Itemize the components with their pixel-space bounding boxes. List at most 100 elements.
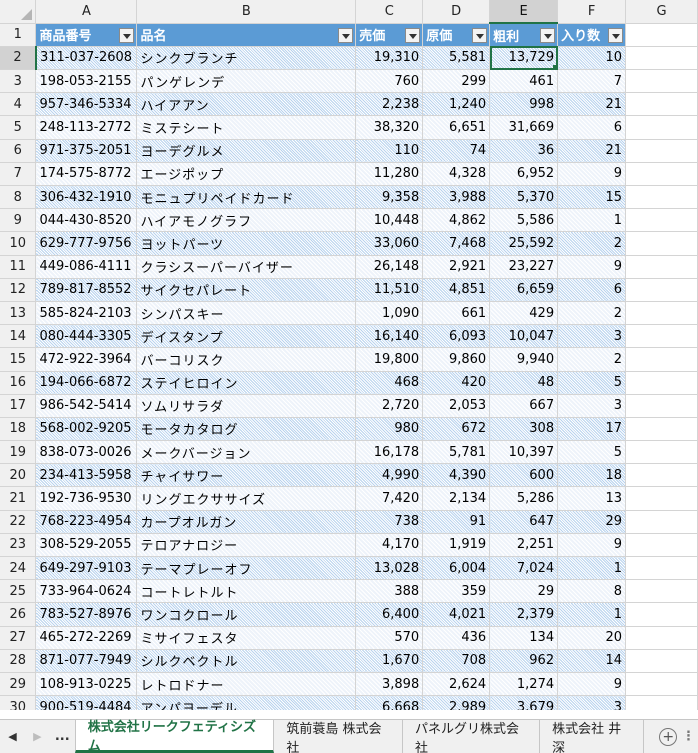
cell-profit[interactable]: 1,274 <box>489 672 559 697</box>
cell-profit[interactable]: 29 <box>489 579 559 604</box>
row-header[interactable]: 30 <box>0 695 37 710</box>
cell-price[interactable]: 388 <box>355 579 424 604</box>
cell-name[interactable]: モータカタログ <box>136 417 357 442</box>
cell-cost[interactable]: 5,781 <box>422 440 491 465</box>
cell-code[interactable]: 234-413-5958 <box>35 463 138 488</box>
cell-price[interactable]: 980 <box>355 417 424 442</box>
cell-price[interactable]: 19,310 <box>355 46 424 71</box>
cell-profit[interactable]: 36 <box>489 139 559 163</box>
cell-profit[interactable]: 25,592 <box>489 231 559 256</box>
cell-cost[interactable]: 4,390 <box>422 463 491 488</box>
cell-name[interactable]: ミステシート <box>136 115 357 140</box>
row-header[interactable]: 20 <box>0 463 37 488</box>
cell-profit[interactable]: 10,047 <box>489 324 559 349</box>
cell-cost[interactable]: 91 <box>422 510 491 534</box>
cell-qty[interactable]: 9 <box>557 672 627 697</box>
empty-cell[interactable] <box>625 556 698 581</box>
cell-cost[interactable]: 2,053 <box>422 394 491 418</box>
cell-qty[interactable]: 2 <box>557 301 627 326</box>
empty-cell[interactable] <box>625 139 698 163</box>
row-header[interactable]: 28 <box>0 649 37 673</box>
cell-profit[interactable]: 5,286 <box>489 486 559 511</box>
cell-code[interactable]: 585-824-2103 <box>35 301 138 326</box>
cell-profit[interactable]: 5,370 <box>489 185 559 210</box>
empty-cell[interactable] <box>625 301 698 326</box>
empty-cell[interactable] <box>625 602 698 627</box>
cell-price[interactable]: 4,990 <box>355 463 424 488</box>
cell-cost[interactable]: 2,921 <box>422 255 491 279</box>
cell-name[interactable]: テーマプレーオフ <box>136 556 357 581</box>
row-header[interactable]: 27 <box>0 626 37 650</box>
cell-price[interactable]: 13,028 <box>355 556 424 581</box>
empty-cell[interactable] <box>625 371 698 395</box>
cell-price[interactable]: 760 <box>355 69 424 94</box>
row-header[interactable]: 2 <box>0 46 37 71</box>
filter-dropdown-icon[interactable] <box>472 27 488 43</box>
filter-dropdown-icon[interactable] <box>119 27 135 43</box>
cell-price[interactable]: 468 <box>355 371 424 395</box>
cell-name[interactable]: ソムリサラダ <box>136 394 357 418</box>
cell-code[interactable]: 449-086-4111 <box>35 255 138 279</box>
cell-cost[interactable]: 1,919 <box>422 533 491 558</box>
cell-name[interactable]: テロアナロジー <box>136 533 357 558</box>
cell-qty[interactable]: 21 <box>557 139 627 163</box>
cell-cost[interactable]: 1,240 <box>422 92 491 117</box>
empty-cell[interactable] <box>625 69 698 94</box>
select-all-corner[interactable] <box>0 0 37 24</box>
cell-qty[interactable]: 15 <box>557 185 627 210</box>
cell-price[interactable]: 6,668 <box>355 695 424 710</box>
cell-name[interactable]: シンパスキー <box>136 301 357 326</box>
cell-name[interactable]: バーコリスク <box>136 347 357 372</box>
more-options-icon[interactable]: ⋮ <box>679 720 698 753</box>
row-header[interactable]: 4 <box>0 92 37 117</box>
cell-qty[interactable]: 3 <box>557 324 627 349</box>
cell-name[interactable]: ヨーデグルメ <box>136 139 357 163</box>
empty-cell[interactable] <box>625 92 698 117</box>
cell-name[interactable]: レトロドナー <box>136 672 357 697</box>
cell-cost[interactable]: 4,862 <box>422 208 491 233</box>
row-header[interactable]: 25 <box>0 579 37 604</box>
cell-qty[interactable]: 14 <box>557 649 627 673</box>
cell-price[interactable]: 4,170 <box>355 533 424 558</box>
prev-sheet-icon[interactable]: ◀ <box>0 720 25 753</box>
cell-code[interactable]: 198-053-2155 <box>35 69 138 94</box>
cell-code[interactable]: 900-519-4484 <box>35 695 138 710</box>
cell-cost[interactable]: 708 <box>422 649 491 673</box>
row-header[interactable]: 12 <box>0 278 37 302</box>
cell-qty[interactable]: 3 <box>557 695 627 710</box>
cell-qty[interactable]: 1 <box>557 208 627 233</box>
row-header[interactable]: 17 <box>0 394 37 418</box>
empty-cell[interactable] <box>625 510 698 534</box>
empty-cell[interactable] <box>625 185 698 210</box>
cell-cost[interactable]: 2,624 <box>422 672 491 697</box>
cell-profit[interactable]: 429 <box>489 301 559 326</box>
cell-cost[interactable]: 4,021 <box>422 602 491 627</box>
cell-profit[interactable]: 998 <box>489 92 559 117</box>
cell-price[interactable]: 1,090 <box>355 301 424 326</box>
cell-name[interactable]: コートレトルト <box>136 579 357 604</box>
cell-qty[interactable]: 17 <box>557 417 627 442</box>
cell-code[interactable]: 768-223-4954 <box>35 510 138 534</box>
header-cell-cost[interactable]: 原価 <box>422 23 491 47</box>
cell-qty[interactable]: 2 <box>557 347 627 372</box>
cell-price[interactable]: 38,320 <box>355 115 424 140</box>
row-header[interactable]: 21 <box>0 486 37 511</box>
cell-code[interactable]: 472-922-3964 <box>35 347 138 372</box>
cell-qty[interactable]: 13 <box>557 486 627 511</box>
cell-qty[interactable]: 20 <box>557 626 627 650</box>
cell-profit[interactable]: 134 <box>489 626 559 650</box>
empty-cell[interactable] <box>625 649 698 673</box>
column-header-g[interactable]: G <box>625 0 698 24</box>
cell-code[interactable]: 649-297-9103 <box>35 556 138 581</box>
cell-name[interactable]: サイクセパレート <box>136 278 357 302</box>
cell-code[interactable]: 044-430-8520 <box>35 208 138 233</box>
row-header[interactable]: 23 <box>0 533 37 558</box>
column-header-f[interactable]: F <box>557 0 627 24</box>
cell-cost[interactable]: 661 <box>422 301 491 326</box>
next-sheet-icon[interactable]: ▶ <box>25 720 50 753</box>
cell-cost[interactable]: 7,468 <box>422 231 491 256</box>
cell-profit[interactable]: 10,397 <box>489 440 559 465</box>
empty-cell[interactable] <box>625 695 698 710</box>
empty-cell[interactable] <box>625 672 698 697</box>
row-header[interactable]: 6 <box>0 139 37 163</box>
